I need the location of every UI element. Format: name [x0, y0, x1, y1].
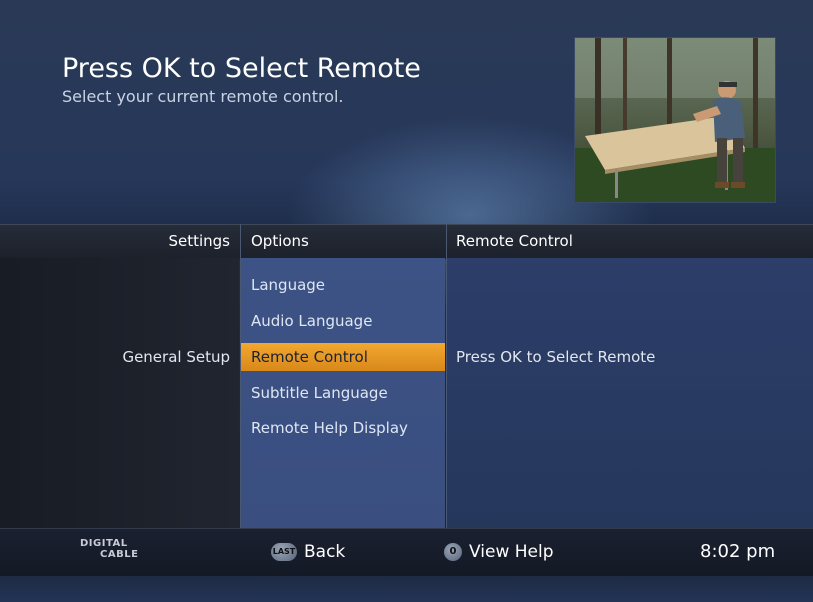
column-header-remote-control: Remote Control — [456, 232, 573, 250]
column-header-settings: Settings — [168, 232, 230, 250]
page-subtitle: Select your current remote control. — [62, 87, 344, 106]
option-label: Remote Help Display — [251, 419, 408, 437]
bottom-band — [0, 575, 813, 602]
column-header-options: Options — [251, 232, 309, 250]
page-header: Press OK to Select Remote Select your cu… — [62, 52, 421, 108]
back-label: Back — [304, 542, 346, 562]
settings-column — [0, 258, 239, 528]
option-item-remote-help-display[interactable]: Remote Help Display — [241, 414, 445, 442]
detail-column — [447, 258, 813, 528]
last-button-icon: LAST — [271, 543, 297, 561]
remote-control-description: Press OK to Select Remote — [456, 348, 656, 366]
settings-item-general-setup[interactable]: General Setup — [0, 343, 230, 371]
option-item-subtitle-language[interactable]: Subtitle Language — [241, 379, 445, 407]
option-label: Audio Language — [251, 312, 373, 330]
brand-top-text: DIGITAL — [80, 538, 128, 549]
tv-menu-screen: Press OK to Select Remote Select your cu… — [0, 0, 813, 602]
view-help-label: View Help — [469, 542, 554, 562]
option-item-audio-language[interactable]: Audio Language — [241, 307, 445, 335]
page-title: Press OK to Select Remote — [62, 53, 421, 84]
video-thumbnail-image — [575, 38, 775, 202]
option-item-remote-control[interactable]: Remote Control — [241, 343, 445, 371]
column-divider — [446, 224, 447, 528]
digital-cable-logo: DIGITAL CABLE — [80, 538, 170, 568]
view-help-button[interactable]: 0 View Help — [444, 538, 554, 566]
option-label: Language — [251, 276, 326, 294]
option-label: Remote Control — [251, 348, 368, 366]
live-video-preview — [574, 37, 776, 203]
column-divider — [240, 224, 241, 528]
option-item-language[interactable]: Language — [241, 271, 445, 299]
option-label: Subtitle Language — [251, 384, 388, 402]
zero-button-icon: 0 — [444, 543, 462, 561]
back-button[interactable]: LAST Back — [271, 538, 345, 566]
brand-bottom-text: CABLE — [100, 549, 139, 560]
clock-time: 8:02 pm — [700, 541, 776, 562]
